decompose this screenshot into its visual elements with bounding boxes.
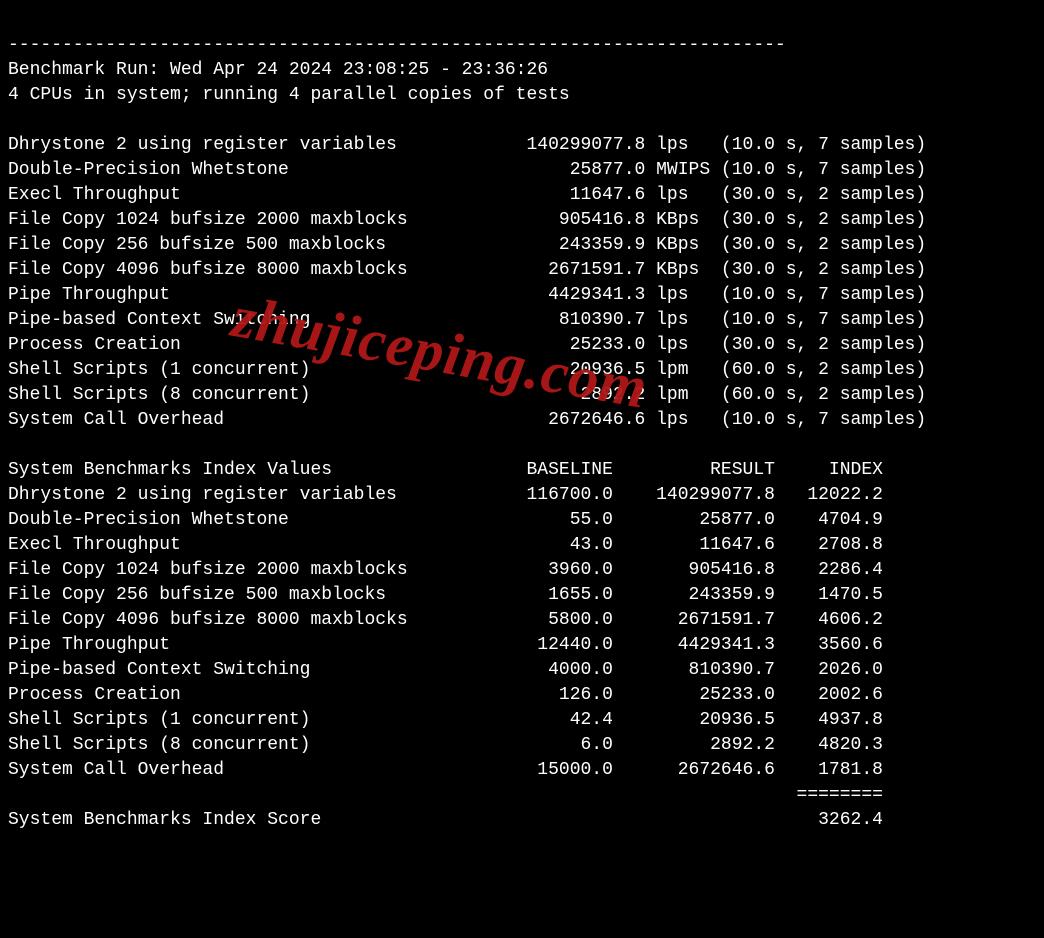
terminal-output: ----------------------------------------…	[0, 0, 1044, 866]
benchmark-tests-block: Dhrystone 2 using register variables 140…	[8, 135, 926, 430]
separator-line: ----------------------------------------…	[8, 35, 786, 55]
benchmark-run-line: Benchmark Run: Wed Apr 24 2024 23:08:25 …	[8, 60, 548, 80]
index-rule-line: ========	[8, 785, 883, 805]
index-score-line: System Benchmarks Index Score 3262.4	[8, 810, 883, 830]
index-values-block: Dhrystone 2 using register variables 116…	[8, 485, 883, 780]
cpu-info-line: 4 CPUs in system; running 4 parallel cop…	[8, 85, 570, 105]
index-header-row: System Benchmarks Index Values BASELINE …	[8, 460, 883, 480]
